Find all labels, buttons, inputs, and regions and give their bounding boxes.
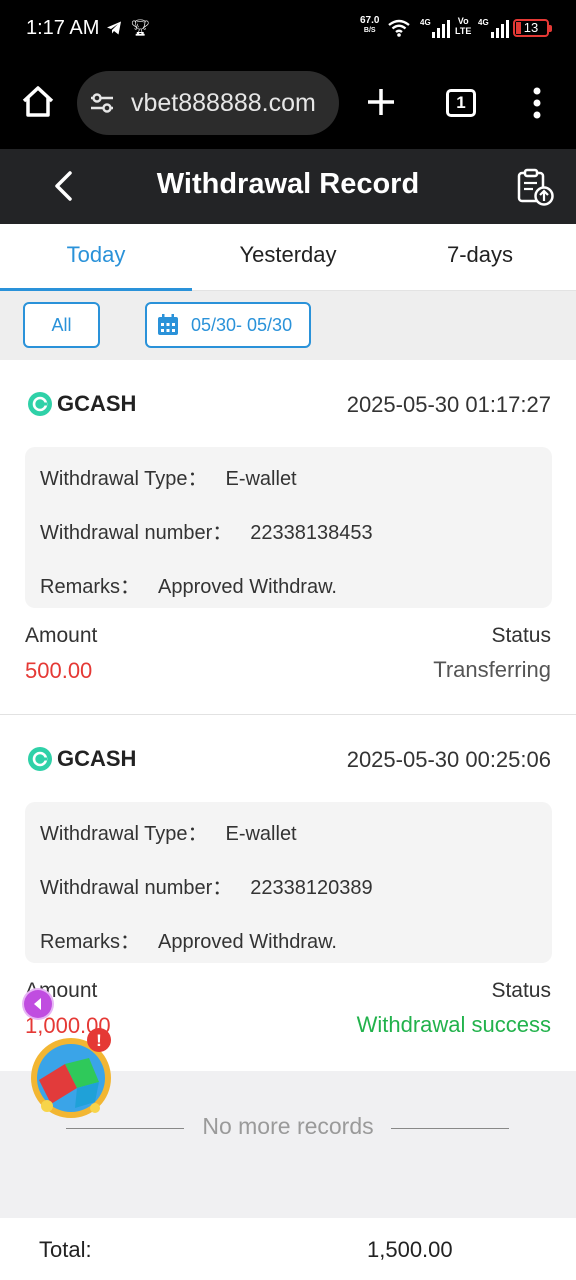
trophy-icon: 🏆︎ xyxy=(130,20,151,37)
status-label: Status xyxy=(491,979,551,1002)
volte-indicator: Vo LTE xyxy=(455,16,472,36)
record-time: 2025-05-30 01:17:27 xyxy=(346,392,551,417)
telegram-icon xyxy=(107,21,121,35)
withdrawal-record: GCASH 2025-05-30 00:25:06 Withdrawal Typ… xyxy=(0,715,576,1071)
new-tab-icon[interactable] xyxy=(364,85,398,119)
svg-text:4G: 4G xyxy=(478,18,489,27)
tab-7-days[interactable]: 7-days xyxy=(384,224,576,291)
game-promo-icon[interactable]: ! xyxy=(25,1028,117,1120)
withdrawal-number-row: Withdrawal number： 22338120389 xyxy=(40,877,373,899)
gcash-logo-icon xyxy=(28,392,52,416)
page-title: Withdrawal Record xyxy=(156,168,420,200)
filter-bar: All 05/30- 05/30 xyxy=(0,291,576,360)
remarks-row: Remarks： Approved Withdraw. xyxy=(40,576,337,598)
address-bar[interactable]: vbet888888.com xyxy=(77,71,339,135)
signal-icon: 4G xyxy=(420,18,450,38)
status-value: Transferring xyxy=(433,657,551,682)
gcash-logo-icon xyxy=(28,747,52,771)
total-value: 1,500.00 xyxy=(367,1237,453,1262)
record-details: Withdrawal Type： E-wallet Withdrawal numb… xyxy=(25,447,552,608)
tab-today[interactable]: Today xyxy=(0,224,192,291)
date-tabs: Today Yesterday 7-days xyxy=(0,224,576,291)
withdrawal-record: GCASH 2025-05-30 01:17:27 Withdrawal Typ… xyxy=(0,360,576,714)
site-settings-icon[interactable] xyxy=(89,92,115,114)
withdrawal-number-row: Withdrawal number： 22338138453 xyxy=(40,522,373,544)
svg-text:!: ! xyxy=(96,1031,102,1050)
svg-text:4G: 4G xyxy=(420,18,431,27)
payment-method: GCASH xyxy=(57,391,137,416)
signal-icon-2: 4G xyxy=(478,18,509,38)
total-label: Total: xyxy=(39,1237,92,1262)
clipboard-upload-icon[interactable] xyxy=(515,167,555,207)
remarks-row: Remarks： Approved Withdraw. xyxy=(40,931,337,953)
amount-value: 500.00 xyxy=(25,658,93,683)
tab-yesterday[interactable]: Yesterday xyxy=(192,224,384,291)
payment-method: GCASH xyxy=(57,746,137,771)
status-value: Withdrawal success xyxy=(356,1012,551,1037)
date-range-button[interactable]: 05/30- 05/30 xyxy=(145,302,311,348)
status-time: 1:17 AM xyxy=(26,17,100,39)
collapse-arrow-icon[interactable] xyxy=(24,990,52,1018)
withdrawal-type-row: Withdrawal Type： E-wallet xyxy=(40,823,297,845)
amount-label: Amount xyxy=(25,624,98,647)
withdrawal-type-row: Withdrawal Type： E-wallet xyxy=(40,468,297,490)
all-filter-button[interactable]: All xyxy=(23,302,100,348)
divider-line xyxy=(391,1128,509,1129)
status-label: Status xyxy=(491,624,551,647)
app-header: Withdrawal Record xyxy=(0,149,576,224)
more-menu-icon[interactable] xyxy=(527,85,547,121)
total-bar: Total: 1,500.00 xyxy=(0,1218,576,1280)
date-range-text: 05/30- 05/30 xyxy=(191,315,293,335)
record-details: Withdrawal Type： E-wallet Withdrawal numb… xyxy=(25,802,552,963)
status-bar: 1:17 AM 🏆︎ 67.0 B/S 4G Vo LTE 4G 13 xyxy=(0,0,576,58)
calendar-icon xyxy=(158,314,178,335)
network-speed: 67.0 B/S xyxy=(360,15,380,35)
browser-toolbar: vbet888888.com 1 xyxy=(0,58,576,149)
tab-switcher-button[interactable]: 1 xyxy=(446,89,476,117)
home-icon[interactable] xyxy=(20,84,56,120)
battery-icon: 13 xyxy=(513,19,552,37)
wifi-icon xyxy=(388,19,410,37)
url-text[interactable]: vbet888888.com xyxy=(131,89,316,118)
record-time: 2025-05-30 00:25:06 xyxy=(346,747,551,772)
